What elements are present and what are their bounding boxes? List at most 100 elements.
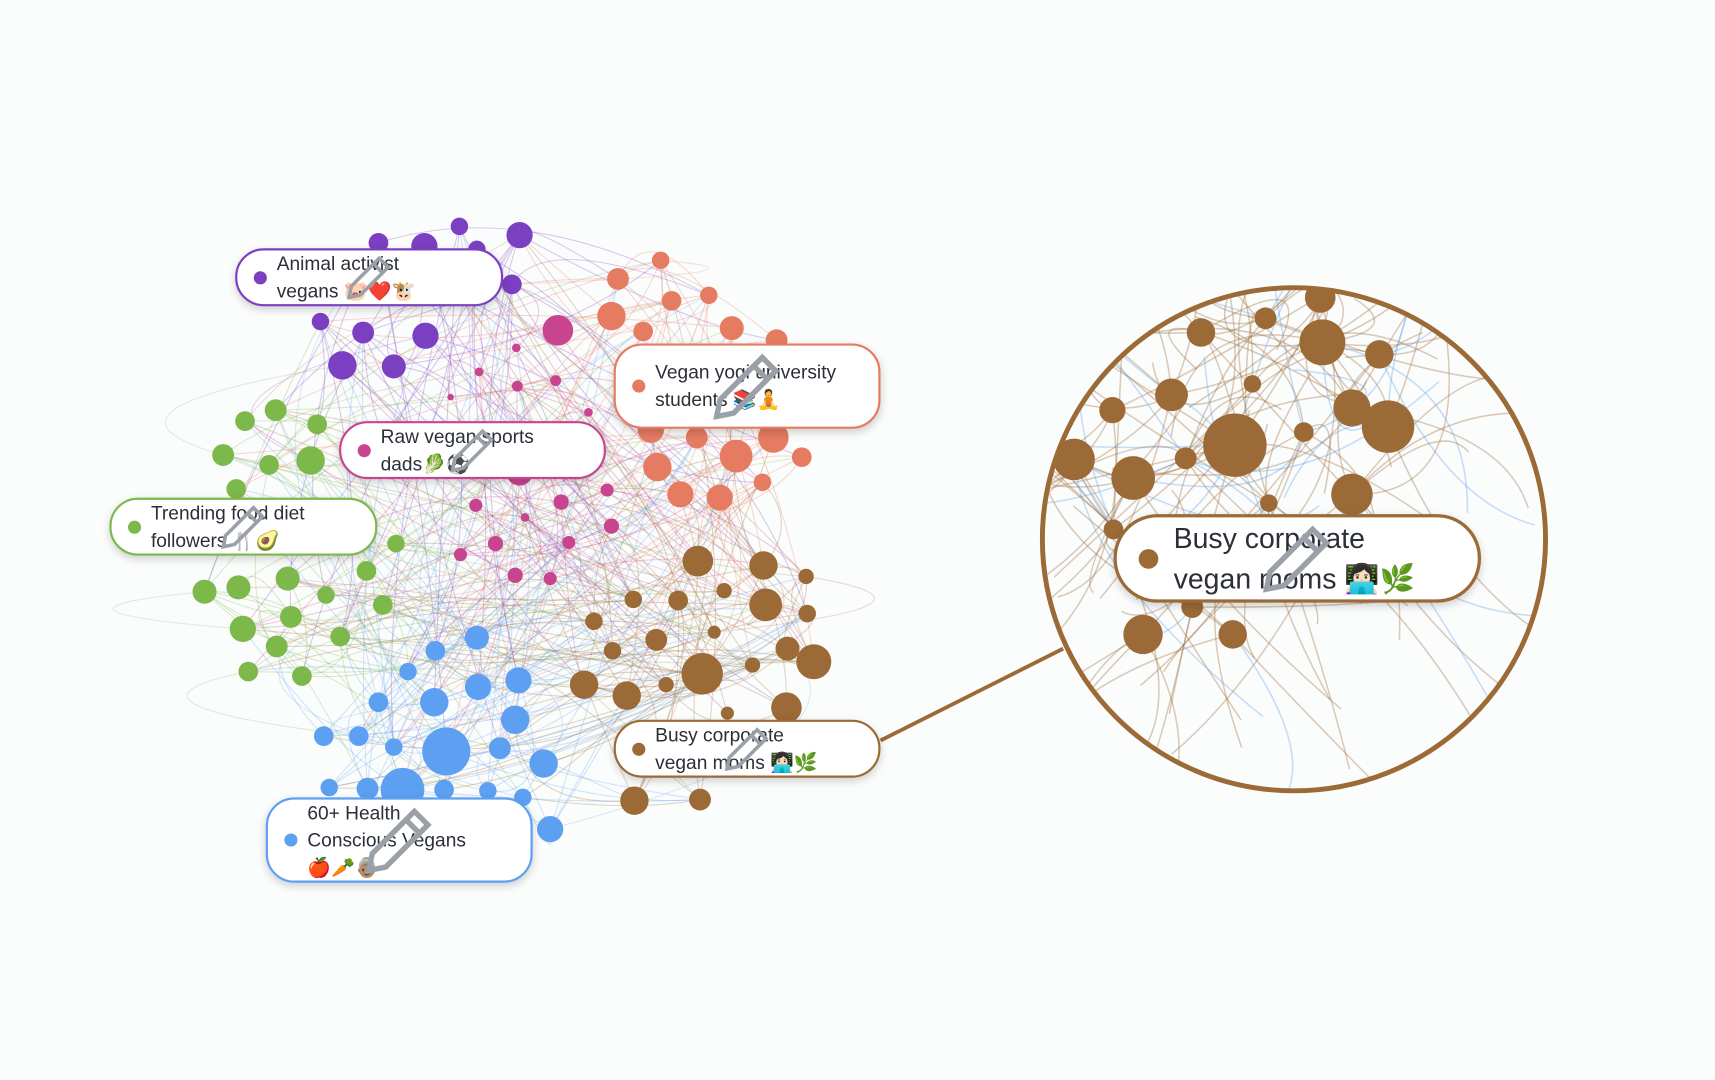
segment-node-yogi[interactable] — [706, 484, 733, 511]
segment-node-yogi[interactable] — [753, 473, 772, 492]
segment-node-moms[interactable] — [1365, 340, 1394, 369]
segment-node-health[interactable] — [356, 777, 379, 800]
segment-node-moms[interactable] — [798, 568, 814, 585]
segment-node-trending[interactable] — [275, 566, 300, 591]
segment-node-yogi[interactable] — [607, 267, 629, 290]
segment-node-moms[interactable] — [1260, 494, 1278, 512]
segment-node-moms[interactable] — [1218, 620, 1247, 649]
segment-node-trending[interactable] — [238, 661, 259, 682]
segment-node-sports[interactable] — [584, 407, 593, 417]
segment-node-health[interactable] — [385, 738, 403, 756]
segment-node-trending[interactable] — [292, 666, 312, 686]
segment-node-trending[interactable] — [259, 455, 279, 475]
segment-label-animal[interactable]: Animal activist vegans 🐷❤️🐮 — [235, 248, 504, 307]
segment-label-health[interactable]: 60+ Health Conscious Vegans 🍎🥕👵🏽 — [265, 797, 533, 883]
pencil-icon[interactable] — [220, 505, 358, 550]
segment-label-moms[interactable]: Busy corporate vegan moms 👩🏻‍💻🌿 — [613, 719, 881, 778]
segment-node-animal[interactable] — [502, 274, 522, 295]
segment-node-sports[interactable] — [550, 375, 562, 387]
segment-node-health[interactable] — [500, 705, 530, 734]
segment-node-sports[interactable] — [453, 547, 468, 562]
segment-node-yogi[interactable] — [643, 452, 672, 482]
segment-node-trending[interactable] — [372, 595, 393, 615]
pencil-icon[interactable] — [713, 353, 861, 420]
segment-node-sports[interactable] — [511, 380, 523, 392]
pencil-icon[interactable] — [346, 255, 483, 300]
segment-node-sports[interactable] — [600, 483, 614, 497]
segment-node-yogi[interactable] — [633, 321, 653, 342]
segment-node-moms[interactable] — [1243, 375, 1262, 393]
zoom-callout-label[interactable]: Busy corporate vegan moms 👩🏻‍💻🌿 — [1113, 514, 1482, 603]
segment-label-sports[interactable]: Raw vegan sports dads🥬⚽ — [339, 421, 606, 480]
segment-node-moms[interactable] — [1123, 614, 1163, 655]
segment-node-yogi[interactable] — [651, 251, 670, 270]
segment-node-sports[interactable] — [474, 367, 484, 377]
segment-node-animal[interactable] — [381, 354, 406, 379]
segment-node-moms[interactable] — [681, 652, 724, 695]
segment-node-moms[interactable] — [612, 681, 641, 710]
segment-node-moms[interactable] — [775, 636, 800, 661]
segment-node-health[interactable] — [348, 726, 369, 746]
segment-node-moms[interactable] — [1155, 378, 1188, 412]
segment-node-yogi[interactable] — [597, 301, 626, 331]
segment-node-sports[interactable] — [447, 393, 454, 401]
segment-node-yogi[interactable] — [661, 290, 682, 311]
segment-node-sports[interactable] — [507, 567, 523, 583]
segment-node-moms[interactable] — [1186, 318, 1216, 347]
segment-node-sports[interactable] — [511, 343, 521, 353]
segment-node-animal[interactable] — [450, 217, 469, 236]
segment-node-trending[interactable] — [307, 414, 328, 435]
segment-node-trending[interactable] — [296, 446, 325, 475]
segment-node-trending[interactable] — [330, 626, 351, 647]
segment-node-moms[interactable] — [1099, 397, 1126, 424]
segment-node-yogi[interactable] — [719, 439, 753, 473]
segment-node-yogi[interactable] — [700, 286, 718, 305]
segment-label-trending[interactable]: Trending food diet followers 🍴🥑 — [109, 497, 378, 556]
segment-node-health[interactable] — [529, 749, 558, 778]
segment-node-moms[interactable] — [1361, 400, 1415, 453]
segment-node-moms[interactable] — [569, 670, 599, 699]
segment-node-moms[interactable] — [682, 545, 714, 577]
segment-node-moms[interactable] — [1111, 456, 1156, 500]
segment-node-moms[interactable] — [798, 604, 816, 623]
segment-node-animal[interactable] — [506, 222, 533, 249]
segment-node-trending[interactable] — [235, 411, 255, 431]
pencil-icon[interactable] — [1262, 525, 1454, 593]
segment-node-sports[interactable] — [562, 535, 576, 550]
segment-node-moms[interactable] — [1174, 447, 1197, 470]
segment-label-yogi[interactable]: Vegan yogi university students 📚🧘 — [613, 343, 881, 429]
segment-node-trending[interactable] — [192, 579, 217, 604]
segment-node-health[interactable] — [320, 778, 338, 797]
segment-node-moms[interactable] — [668, 590, 689, 611]
segment-node-moms[interactable] — [658, 677, 674, 693]
segment-node-sports[interactable] — [487, 535, 504, 552]
segment-node-health[interactable] — [537, 815, 564, 843]
segment-node-moms[interactable] — [744, 657, 761, 673]
segment-node-sports[interactable] — [469, 498, 483, 512]
segment-node-trending[interactable] — [265, 635, 288, 658]
segment-node-moms[interactable] — [620, 786, 649, 815]
segment-node-yogi[interactable] — [685, 426, 708, 449]
segment-node-health[interactable] — [399, 662, 417, 681]
segment-node-sports[interactable] — [603, 518, 620, 534]
segment-node-health[interactable] — [464, 625, 489, 650]
segment-node-trending[interactable] — [212, 444, 235, 466]
segment-node-trending[interactable] — [226, 575, 251, 600]
segment-node-moms[interactable] — [749, 551, 778, 580]
segment-node-health[interactable] — [425, 640, 446, 661]
segment-node-health[interactable] — [488, 737, 511, 760]
segment-node-moms[interactable] — [1254, 307, 1277, 330]
segment-node-moms[interactable] — [1299, 319, 1346, 366]
segment-node-sports[interactable] — [542, 315, 574, 346]
segment-node-animal[interactable] — [412, 322, 439, 349]
segment-node-moms[interactable] — [749, 588, 783, 622]
segment-node-moms[interactable] — [716, 582, 732, 599]
segment-node-trending[interactable] — [229, 615, 256, 643]
segment-node-moms[interactable] — [645, 628, 668, 651]
segment-node-moms[interactable] — [707, 625, 721, 639]
segment-node-moms[interactable] — [771, 692, 802, 724]
segment-node-trending[interactable] — [264, 399, 287, 422]
pencil-icon[interactable] — [724, 727, 861, 772]
segment-node-health[interactable] — [313, 726, 334, 746]
segment-node-health[interactable] — [505, 667, 532, 694]
